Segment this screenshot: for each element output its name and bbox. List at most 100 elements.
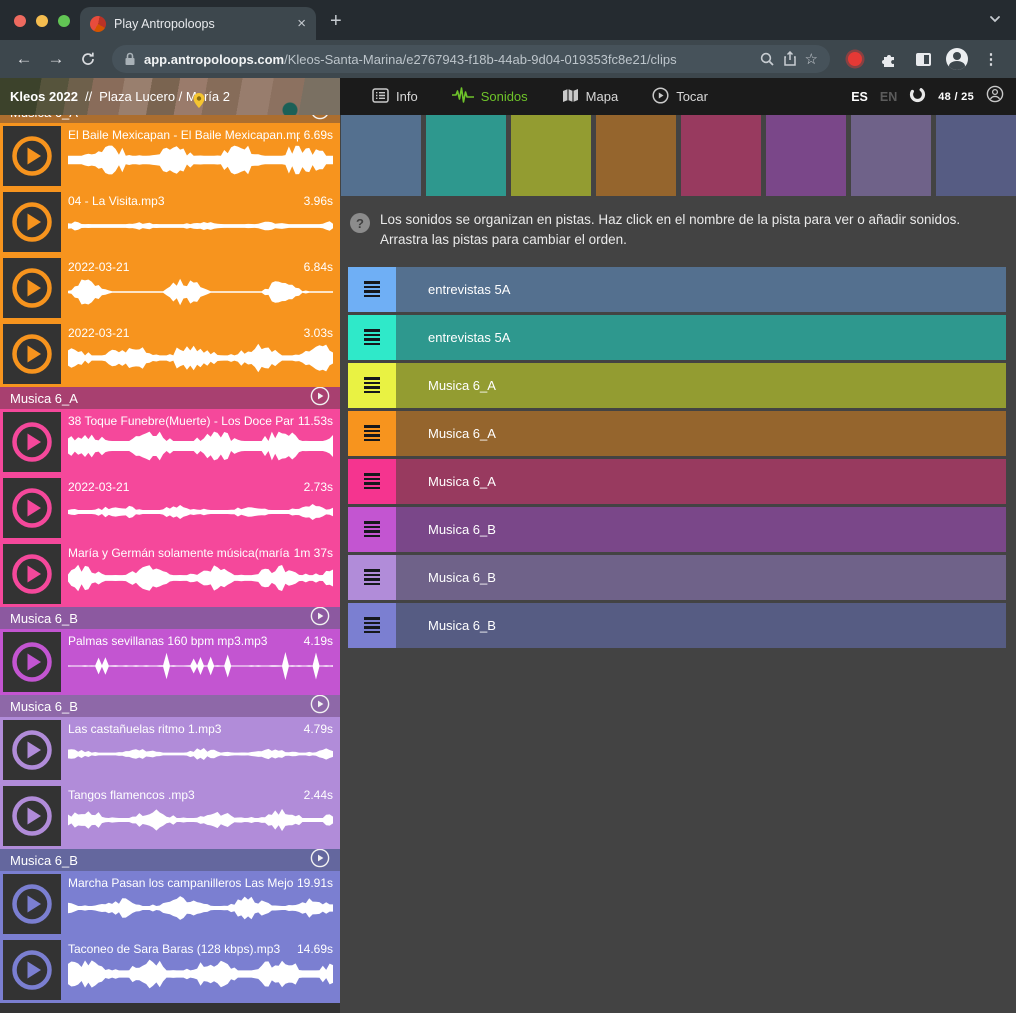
back-button[interactable]: ← [10,49,38,69]
section-play-icon[interactable] [310,695,330,717]
waveform[interactable] [68,497,333,527]
track-row[interactable]: entrevistas 5A [348,315,1006,360]
waveform[interactable] [68,739,333,769]
browser-tab[interactable]: Play Antropoloops × [80,7,316,40]
color-swatch-1[interactable] [341,115,421,196]
tab-close-icon[interactable]: × [297,16,306,31]
track-drag-handle[interactable] [348,507,396,552]
tab-search-chevron-icon[interactable] [988,12,1002,31]
clip-duration: 1m 37s [294,546,333,561]
clip-body: Marcha Pasan los campanilleros Las Mejor… [68,874,337,934]
waveform[interactable] [68,959,333,989]
share-icon[interactable] [783,51,797,67]
clip-play-button[interactable] [3,544,61,604]
waveform[interactable] [68,805,333,835]
track-drag-handle[interactable] [348,555,396,600]
track-bar[interactable]: Musica 6_B [396,555,1006,600]
section-play-icon[interactable] [310,607,330,629]
minimize-window-button[interactable] [36,15,48,27]
clip-play-button[interactable] [3,126,61,186]
waveform[interactable] [68,343,333,373]
section-play-icon[interactable] [310,849,330,871]
track-row[interactable]: Musica 6_B [348,507,1006,552]
section-header[interactable]: Musica 6_B [0,607,340,629]
address-bar[interactable]: app.antropoloops.com/Kleos-Santa-Marina/… [112,45,830,73]
color-swatch-3[interactable] [511,115,591,196]
waveform[interactable] [68,893,333,923]
track-bar[interactable]: Musica 6_B [396,603,1006,648]
color-swatch-6[interactable] [766,115,846,196]
extensions-puzzle-icon[interactable] [874,51,904,68]
waveform[interactable] [68,651,333,681]
track-drag-handle[interactable] [348,411,396,456]
section-header[interactable]: Musica 6_B [0,695,340,717]
account-icon[interactable] [986,85,1004,108]
section-header[interactable]: Musica 6_B [0,849,340,871]
color-swatch-5[interactable] [681,115,761,196]
clip-body: 2022-03-21 3.03s [68,324,337,384]
track-row[interactable]: Musica 6_A [348,459,1006,504]
clip-play-button[interactable] [3,632,61,692]
zoom-window-button[interactable] [58,15,70,27]
clip-row: El Baile Mexicapan - El Baile Mexicapan.… [0,123,340,189]
profile-avatar[interactable] [942,48,972,70]
clip-body: 04 - La Visita.mp3 3.96s [68,192,337,252]
recorder-extension-icon[interactable] [840,52,870,66]
track-row[interactable]: entrevistas 5A [348,267,1006,312]
lang-en-button[interactable]: EN [880,90,897,104]
waveform[interactable] [68,431,333,461]
reload-button[interactable] [74,51,102,67]
forward-button[interactable]: → [42,49,70,69]
color-swatch-7[interactable] [851,115,931,196]
close-window-button[interactable] [14,15,26,27]
waveform[interactable] [68,277,333,307]
nav-item-mapa[interactable]: Mapa [548,78,633,115]
track-drag-handle[interactable] [348,267,396,312]
header-map-thumbnail[interactable]: Kleos 2022 // Plaza Lucero / María 2 [0,78,340,115]
lang-es-button[interactable]: ES [851,90,868,104]
clip-body: 38 Toque Funebre(Muerte) - Los Doce Par.… [68,412,337,472]
waveform[interactable] [68,563,333,593]
section-header[interactable]: Musica 6_A [0,387,340,409]
color-swatch-8[interactable] [936,115,1016,196]
waveform[interactable] [68,145,333,175]
section-play-icon[interactable] [310,387,330,409]
track-bar[interactable]: Musica 6_A [396,459,1006,504]
clip-play-button[interactable] [3,720,61,780]
clip-play-button[interactable] [3,192,61,252]
nav-item-sonidos[interactable]: Sonidos [438,78,542,115]
track-bar[interactable]: entrevistas 5A [396,315,1006,360]
clip-play-button[interactable] [3,412,61,472]
track-bar[interactable]: Musica 6_A [396,411,1006,456]
track-row[interactable]: Musica 6_B [348,603,1006,648]
section-name: Musica 6_B [10,611,302,626]
track-row[interactable]: Musica 6_A [348,411,1006,456]
track-bar[interactable]: Musica 6_B [396,507,1006,552]
new-tab-button[interactable]: + [330,10,342,33]
color-swatch-2[interactable] [426,115,506,196]
clip-play-button[interactable] [3,940,61,1000]
color-swatch-4[interactable] [596,115,676,196]
sidepanel-icon[interactable] [908,52,938,67]
clip-play-button[interactable] [3,786,61,846]
track-drag-handle[interactable] [348,315,396,360]
section-header[interactable]: Musica 6_A [0,115,340,123]
track-drag-handle[interactable] [348,459,396,504]
bookmark-star-icon[interactable]: ☆ [805,50,818,68]
track-bar[interactable]: entrevistas 5A [396,267,1006,312]
track-drag-handle[interactable] [348,363,396,408]
nav-item-info[interactable]: Info [358,78,432,115]
clip-play-button[interactable] [3,478,61,538]
clip-play-button[interactable] [3,258,61,318]
clip-play-button[interactable] [3,324,61,384]
track-drag-handle[interactable] [348,603,396,648]
waveform[interactable] [68,211,333,241]
track-row[interactable]: Musica 6_A [348,363,1006,408]
browser-menu-icon[interactable]: ⋮ [976,50,1006,68]
section-play-icon[interactable] [310,115,330,123]
nav-item-tocar[interactable]: Tocar [638,78,722,115]
track-bar[interactable]: Musica 6_A [396,363,1006,408]
clip-play-button[interactable] [3,874,61,934]
track-row[interactable]: Musica 6_B [348,555,1006,600]
zoom-page-icon[interactable] [760,52,775,67]
